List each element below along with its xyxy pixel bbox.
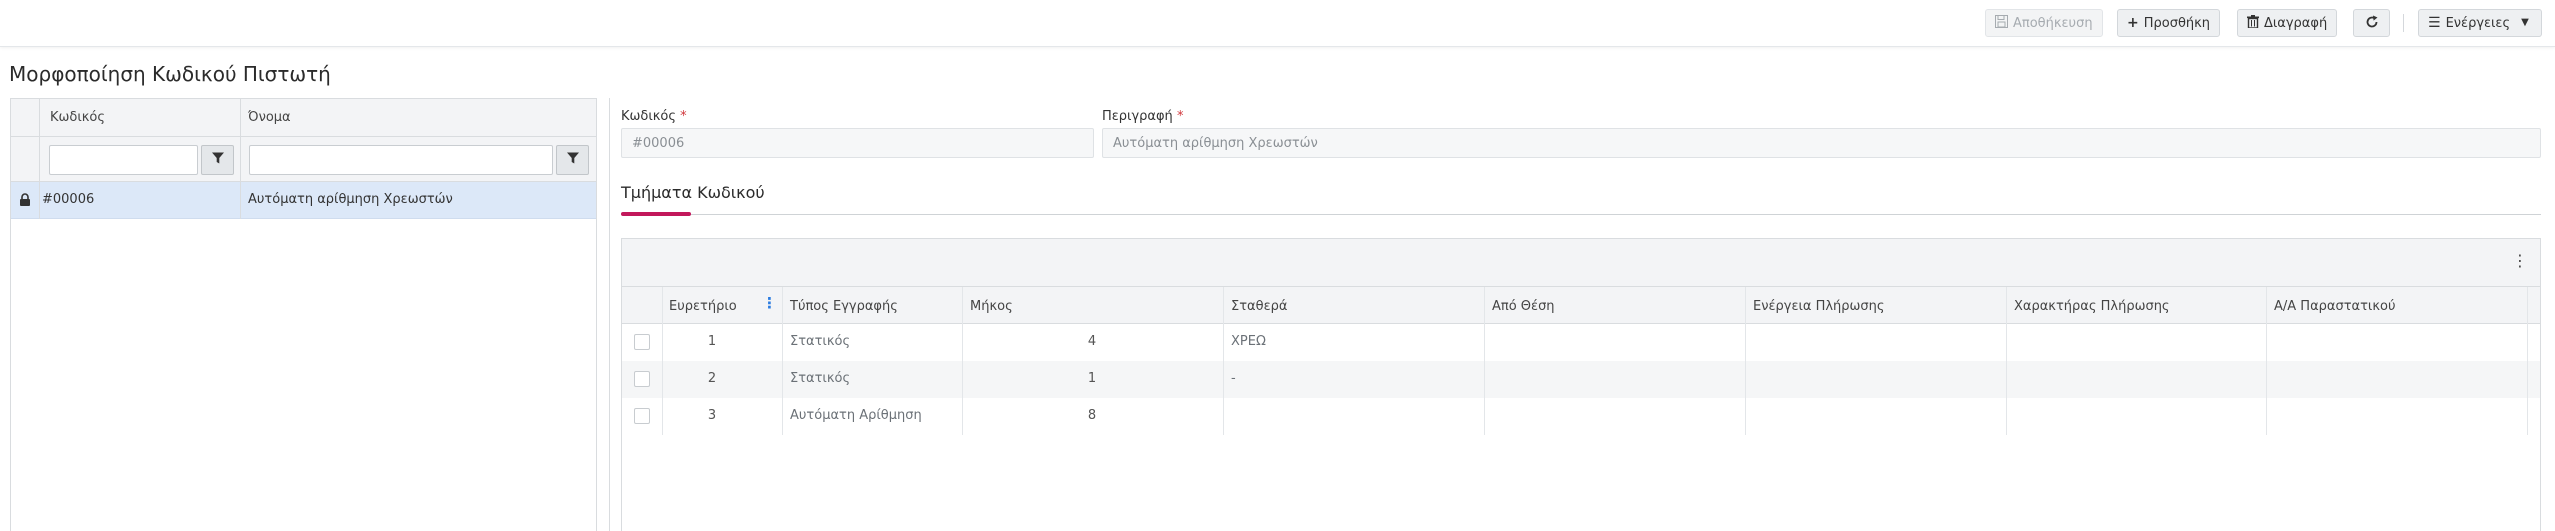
cell-length: 4 <box>1087 334 1097 349</box>
plus-icon: + <box>2127 15 2139 31</box>
column-divider <box>2266 287 2267 435</box>
column-divider <box>240 99 241 219</box>
tab-code-segments[interactable]: Τμήματα Κωδικού <box>621 183 765 202</box>
menu-icon: ☰ <box>2428 15 2441 31</box>
name-filter-button[interactable] <box>556 145 589 175</box>
table-row[interactable]: 2 Στατικός 1 - <box>622 361 2540 398</box>
toolbar-divider <box>2403 14 2404 32</box>
cell-constant: ΧΡΕΩ <box>1231 334 1266 349</box>
cell-length: 1 <box>1087 371 1097 386</box>
save-label: Αποθήκευση <box>2013 15 2093 31</box>
column-header-length[interactable]: Μήκος <box>970 299 1013 314</box>
refresh-icon <box>2365 15 2379 32</box>
list-row-code: #00006 <box>42 192 95 207</box>
column-divider <box>782 287 783 435</box>
list-header: Κωδικός Όνομα <box>11 99 596 137</box>
save-icon <box>1995 15 2008 31</box>
column-header-code[interactable]: Κωδικός <box>50 110 105 125</box>
table-row[interactable]: 1 Στατικός 4 ΧΡΕΩ <box>622 324 2540 361</box>
save-button[interactable]: Αποθήκευση <box>1985 9 2103 37</box>
column-divider <box>2006 287 2007 435</box>
code-filter-button[interactable] <box>201 145 234 175</box>
active-tab-indicator <box>621 212 691 216</box>
delete-label: Διαγραφή <box>2264 15 2328 31</box>
actions-dropdown[interactable]: ☰ Ενέργειες ▼ <box>2418 9 2542 37</box>
cell-constant: - <box>1231 371 1236 386</box>
name-filter-input[interactable] <box>249 145 553 175</box>
required-mark: * <box>1176 109 1184 124</box>
delete-button[interactable]: Διαγραφή <box>2237 9 2338 37</box>
actions-label: Ενέργειες <box>2445 15 2511 31</box>
column-divider <box>1223 287 1224 435</box>
row-checkbox[interactable] <box>634 408 650 424</box>
lock-icon <box>19 193 31 210</box>
column-header-index[interactable]: Ευρετήριο <box>669 299 737 314</box>
column-header-constant[interactable]: Σταθερά <box>1231 299 1287 314</box>
column-header-entry-type[interactable]: Τύπος Εγγραφής <box>790 299 898 314</box>
description-field[interactable]: Αυτόματη αρίθμηση Χρεωστών <box>1102 128 2541 158</box>
code-field[interactable]: #00006 <box>621 128 1094 158</box>
segments-grid: ⋮ Ευρετήριο ⋮ Τύπος Εγγραφής Μήκος Σταθε… <box>621 238 2541 531</box>
column-menu-icon[interactable]: ⋮ <box>762 296 777 311</box>
description-label-text: Περιγραφή <box>1102 109 1173 124</box>
panel-divider <box>609 98 610 531</box>
list-row-name: Αυτόματη αρίθμηση Χρεωστών <box>248 192 453 207</box>
cell-length: 8 <box>1087 408 1097 423</box>
segments-grid-toolbar: ⋮ <box>622 239 2540 287</box>
tab-underline <box>621 214 2541 215</box>
cell-index: 1 <box>707 334 717 349</box>
column-header-name[interactable]: Όνομα <box>248 110 291 125</box>
refresh-button[interactable] <box>2353 9 2390 37</box>
column-divider <box>1745 287 1746 435</box>
cell-entry-type: Αυτόματη Αρίθμηση <box>790 408 922 423</box>
more-options-icon[interactable]: ⋮ <box>2512 253 2528 269</box>
column-divider <box>1484 287 1485 435</box>
segments-header <box>622 287 2540 324</box>
code-label-text: Κωδικός <box>621 109 677 124</box>
code-filter-input[interactable] <box>49 145 198 175</box>
table-row[interactable]: 3 Αυτόματη Αρίθμηση 8 <box>622 398 2540 435</box>
row-checkbox[interactable] <box>634 371 650 387</box>
column-header-fill-action[interactable]: Ενέργεια Πλήρωσης <box>1753 299 1885 314</box>
column-header-document-number[interactable]: Α/Α Παραστατικού <box>2274 299 2395 314</box>
add-label: Προσθήκη <box>2143 15 2211 31</box>
code-label: Κωδικός * <box>621 109 687 124</box>
cell-index: 3 <box>707 408 717 423</box>
column-divider <box>962 287 963 435</box>
code-format-list: Κωδικός Όνομα #00006 Αυτόματη αρίθμηση Χ… <box>10 98 597 531</box>
filter-icon <box>211 152 224 168</box>
column-header-fill-character[interactable]: Χαρακτήρας Πλήρωσης <box>2014 299 2170 314</box>
column-divider <box>39 99 40 219</box>
list-row[interactable]: #00006 Αυτόματη αρίθμηση Χρεωστών <box>11 182 596 219</box>
filter-icon <box>566 152 579 168</box>
row-checkbox[interactable] <box>634 334 650 350</box>
cell-entry-type: Στατικός <box>790 334 851 349</box>
required-mark: * <box>680 109 687 124</box>
caret-down-icon: ▼ <box>2521 17 2529 28</box>
cell-index: 2 <box>707 371 717 386</box>
column-divider <box>662 287 663 435</box>
column-header-from-position[interactable]: Από Θέση <box>1492 299 1555 314</box>
description-label: Περιγραφή * <box>1102 109 1183 124</box>
trash-icon <box>2247 15 2259 31</box>
add-button[interactable]: + Προσθήκη <box>2117 9 2221 37</box>
cell-entry-type: Στατικός <box>790 371 851 386</box>
page-title: Μορφοποίηση Κωδικού Πιστωτή <box>9 62 331 86</box>
top-toolbar: Αποθήκευση + Προσθήκη Διαγραφή ☰ Ενέργει… <box>0 0 2555 47</box>
column-divider <box>2527 287 2528 435</box>
